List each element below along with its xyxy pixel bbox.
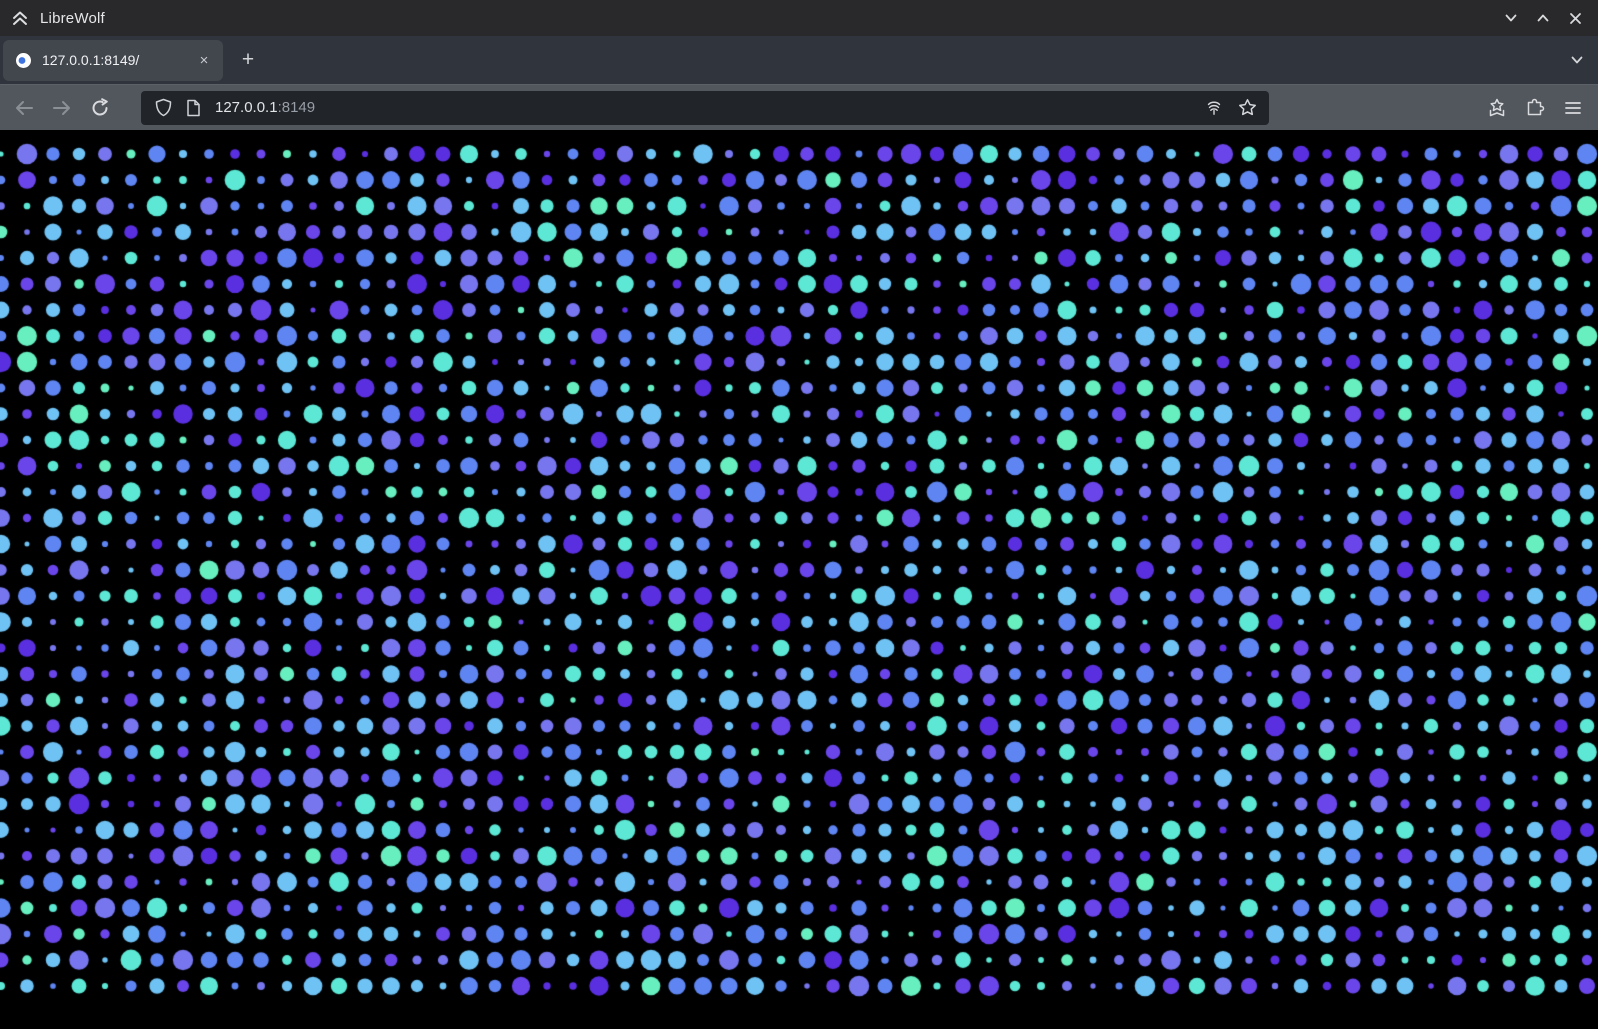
url-bar[interactable]: 127.0.0.1:8149 — [141, 91, 1269, 125]
navigation-bar: 127.0.0.1:8149 — [0, 84, 1598, 130]
close-window-button[interactable] — [1560, 3, 1590, 33]
back-button[interactable] — [7, 91, 41, 125]
double-chevron-up-icon — [10, 9, 30, 27]
minimize-button[interactable] — [1496, 3, 1526, 33]
forward-button[interactable] — [45, 91, 79, 125]
page-info-icon[interactable] — [186, 99, 201, 117]
browser-window: LibreWolf 127.0.0.1:8 — [0, 0, 1598, 1029]
url-text[interactable]: 127.0.0.1:8149 — [215, 99, 1204, 116]
fingerprint-protection-icon[interactable] — [1204, 98, 1224, 118]
navbar-right-icons — [1476, 91, 1590, 125]
url-host: 127.0.0.1 — [215, 99, 278, 116]
url-port: :8149 — [278, 99, 316, 116]
tab-title: 127.0.0.1:8149/ — [42, 52, 193, 68]
extensions-puzzle-icon[interactable] — [1518, 91, 1552, 125]
bookmarks-button[interactable] — [1480, 91, 1514, 125]
tracking-protection-shield-icon[interactable] — [155, 98, 172, 117]
tab-127-0-0-1[interactable]: 127.0.0.1:8149/ × — [3, 40, 223, 81]
tab-bar: 127.0.0.1:8149/ × + — [0, 36, 1598, 84]
hamburger-menu-icon[interactable] — [1556, 91, 1590, 125]
maximize-button[interactable] — [1528, 3, 1558, 33]
tab-favicon-icon — [15, 52, 32, 69]
page-content — [0, 130, 1598, 1029]
new-tab-button[interactable]: + — [233, 45, 263, 75]
window-title: LibreWolf — [40, 10, 105, 27]
reload-button[interactable] — [83, 91, 117, 125]
dot-grid-canvas — [0, 130, 1598, 1029]
tab-close-icon[interactable]: × — [193, 49, 215, 71]
title-bar: LibreWolf — [0, 0, 1598, 36]
bookmark-star-icon[interactable] — [1238, 98, 1257, 117]
list-all-tabs-button[interactable] — [1562, 45, 1592, 75]
